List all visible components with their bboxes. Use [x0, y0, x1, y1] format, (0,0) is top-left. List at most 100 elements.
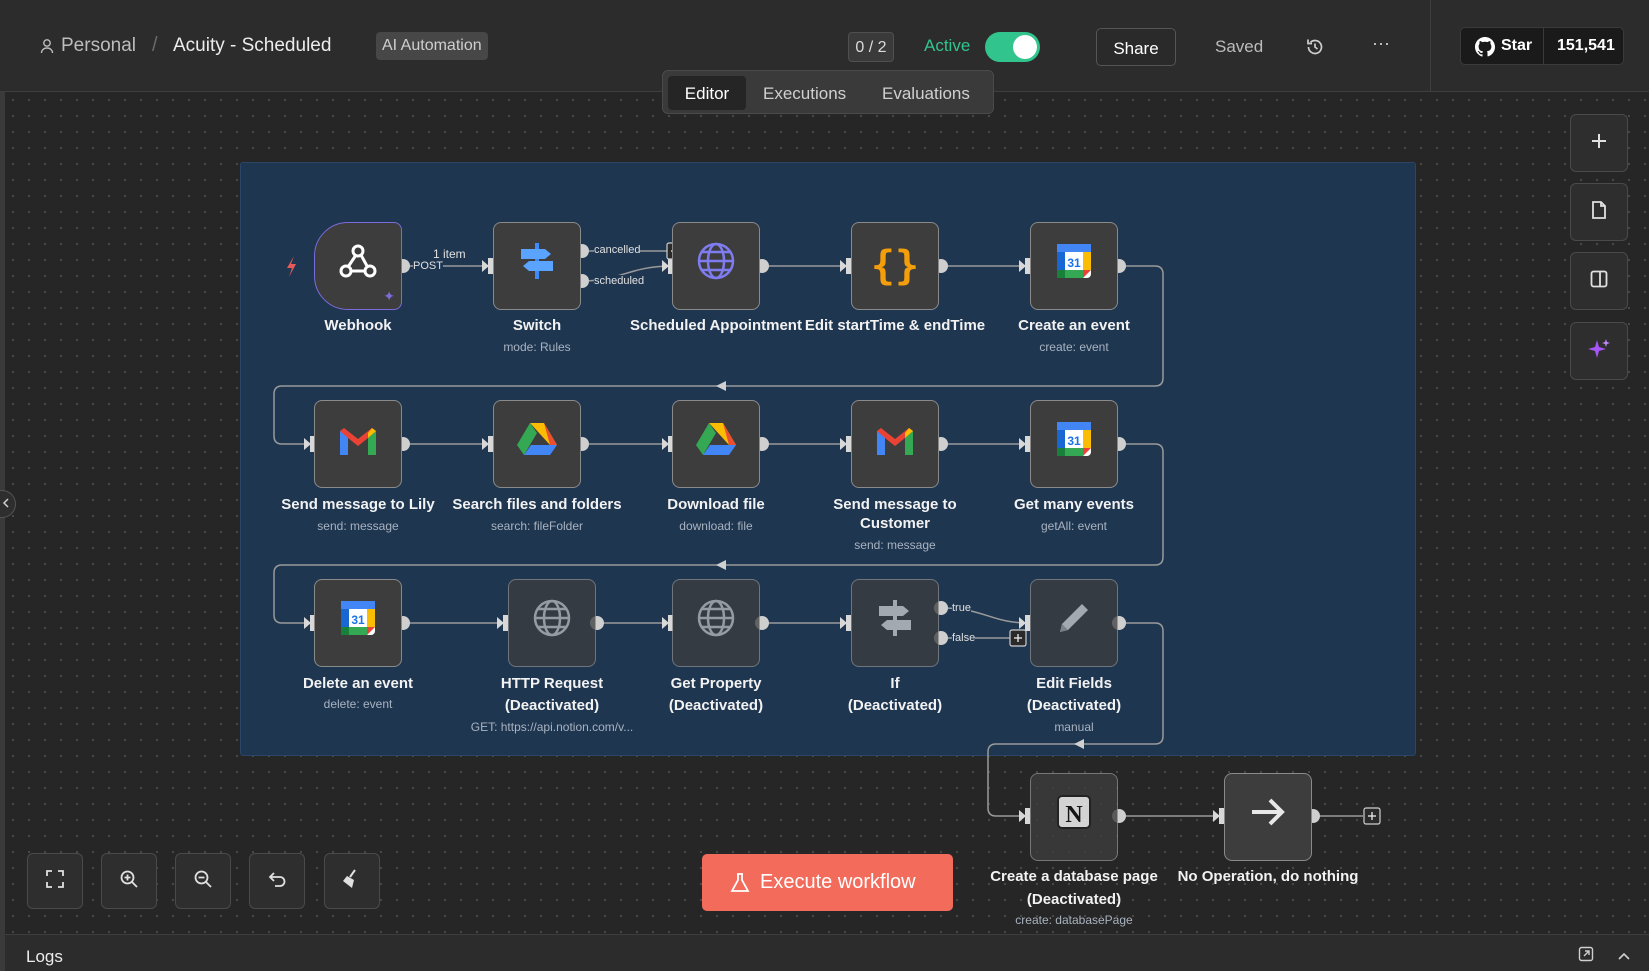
github-star-label: Star	[1501, 37, 1533, 54]
node-no-operation[interactable]	[1224, 773, 1312, 861]
sparkle-icon	[1587, 337, 1611, 366]
node-subtitle: delete: event	[323, 697, 393, 711]
github-star-count: 151,541	[1557, 37, 1615, 54]
node-label-line2: (Deactivated)	[1026, 891, 1122, 908]
node-label: Scheduled Appointment	[630, 317, 802, 334]
user-icon	[40, 38, 54, 54]
node-send-message-lily[interactable]	[314, 400, 402, 488]
node-label: Send message to	[833, 496, 957, 513]
tidy-up-button[interactable]	[324, 853, 380, 909]
svg-text:N: N	[1065, 802, 1083, 828]
node-subtitle: mode: Rules	[503, 340, 571, 354]
node-http-request[interactable]	[508, 579, 596, 667]
node-label: Download file	[667, 496, 765, 513]
node-create-event[interactable]: 31	[1030, 222, 1118, 310]
header-divider	[1430, 0, 1431, 92]
connection-items-label: 1 item	[433, 247, 466, 261]
undo-button[interactable]	[249, 853, 305, 909]
node-label-line2: Customer	[859, 515, 930, 532]
connection-scheduled-label: scheduled	[594, 275, 645, 287]
broom-icon	[341, 868, 363, 895]
sticky-note-icon	[1589, 200, 1609, 225]
node-label: Get Property	[670, 675, 762, 692]
node-label: Create an event	[1018, 317, 1130, 334]
tab-editor[interactable]: Editor	[668, 76, 746, 110]
undo-icon	[267, 869, 287, 894]
history-icon[interactable]	[1305, 37, 1325, 57]
node-get-property[interactable]	[672, 579, 760, 667]
sticky-note[interactable]	[240, 162, 1416, 756]
flask-icon	[730, 872, 750, 894]
node-label: No Operation, do nothing	[1177, 868, 1359, 885]
gmail-icon	[875, 422, 915, 467]
pop-out-icon[interactable]	[1578, 946, 1594, 962]
node-subtitle: send: message	[317, 519, 399, 533]
zoom-in-button[interactable]	[101, 853, 157, 909]
toggle-panel-button[interactable]	[1570, 252, 1628, 310]
node-download-file[interactable]	[672, 400, 760, 488]
node-label: Search files and folders	[452, 496, 622, 513]
breadcrumb-owner[interactable]: Personal	[61, 35, 136, 57]
workflow-name[interactable]: Acuity - Scheduled	[173, 35, 331, 57]
node-subtitle: send: message	[854, 538, 936, 552]
node-if[interactable]	[851, 579, 939, 667]
more-menu-button[interactable]: ···	[1372, 33, 1390, 54]
globe-icon	[696, 598, 736, 648]
execute-workflow-label: Execute workflow	[760, 871, 916, 893]
node-webhook[interactable]: ✦	[314, 222, 402, 310]
google-calendar-icon: 31	[339, 599, 377, 647]
node-label: If	[890, 675, 900, 692]
node-delete-event[interactable]: 31	[314, 579, 402, 667]
node-send-message-customer[interactable]	[851, 400, 939, 488]
connection-false-label: false	[952, 632, 976, 644]
add-node-button[interactable]	[1570, 114, 1628, 172]
globe-icon	[532, 598, 572, 648]
share-button[interactable]: Share	[1096, 28, 1176, 66]
node-edit-time[interactable]: {}	[851, 222, 939, 310]
pencil-icon	[1054, 598, 1094, 648]
workflow-tag[interactable]: AI Automation	[376, 32, 488, 60]
node-label: Edit Fields	[1036, 675, 1112, 692]
execute-workflow-button[interactable]: Execute workflow	[702, 854, 953, 911]
zoom-out-button[interactable]	[175, 853, 231, 909]
active-label: Active	[924, 36, 971, 55]
node-search-files[interactable]	[493, 400, 581, 488]
node-create-database-page[interactable]: N	[1030, 773, 1118, 861]
github-icon	[1475, 37, 1495, 57]
breadcrumb-separator: /	[152, 34, 158, 56]
node-edit-fields[interactable]	[1030, 579, 1118, 667]
fullscreen-icon	[45, 869, 65, 894]
plus-icon	[1589, 131, 1609, 156]
add-sticky-button[interactable]	[1570, 183, 1628, 241]
webhook-icon	[336, 239, 380, 293]
node-subtitle: getAll: event	[1040, 519, 1108, 533]
node-label: Webhook	[324, 317, 392, 334]
google-drive-icon	[696, 421, 736, 467]
chevron-left-icon	[2, 495, 10, 513]
ai-assistant-button[interactable]	[1570, 322, 1628, 380]
node-get-many-events[interactable]: 31	[1030, 400, 1118, 488]
node-subtitle: create: event	[1039, 340, 1109, 354]
github-divider	[1543, 28, 1544, 64]
node-subtitle: download: file	[679, 519, 753, 533]
github-star-button[interactable]: Star 151,541	[1460, 27, 1624, 65]
panel-icon	[1589, 269, 1609, 294]
fit-view-button[interactable]	[27, 853, 83, 909]
zoom-out-icon	[193, 869, 213, 894]
tab-executions[interactable]: Executions	[763, 84, 846, 104]
progress-counter: 0 / 2	[848, 32, 894, 62]
google-calendar-icon: 31	[1055, 420, 1093, 468]
node-label: Edit startTime & endTime	[804, 317, 986, 334]
gmail-icon	[338, 422, 378, 467]
svg-text:31: 31	[1067, 434, 1081, 448]
connection-cancelled-label: cancelled	[594, 244, 641, 256]
pin-icon: ✦	[383, 288, 395, 304]
node-scheduled-appointment[interactable]	[672, 222, 760, 310]
node-switch[interactable]	[493, 222, 581, 310]
connection-true-label: true	[952, 602, 971, 614]
logs-panel-bar[interactable]: Logs	[5, 934, 1649, 971]
active-toggle[interactable]	[985, 32, 1040, 62]
tab-evaluations[interactable]: Evaluations	[882, 84, 970, 104]
node-label: Create a database page	[990, 868, 1158, 885]
chevron-up-icon[interactable]	[1617, 948, 1631, 960]
